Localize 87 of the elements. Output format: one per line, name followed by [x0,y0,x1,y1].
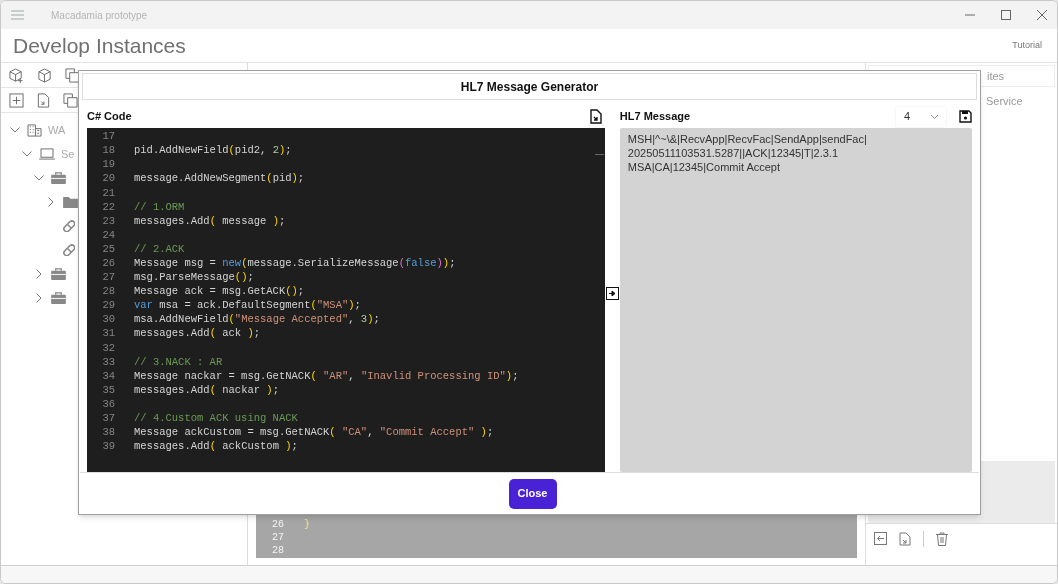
code-line: messages.Add( message ); [134,213,286,229]
line-number: 34 [101,368,115,384]
code-line: pid.AddNewField(pid2, 2); [134,143,292,159]
briefcase-icon [51,268,66,280]
line-number: 33 [101,354,115,370]
briefcase-icon [51,292,66,304]
line-number: 36 [101,396,115,412]
panel-title: HL7 Message [619,109,691,125]
line-number: 27 [271,531,284,545]
code-line: msa.AddNewField("Message Accepted", 3); [134,312,380,328]
code-line: Message ackCustom = msg.GetNACK( "CA", "Commit Accept" ); [134,425,494,441]
trash-icon[interactable] [936,531,948,546]
line-number: 25 [101,241,115,257]
page-title: Develop Instances [13,32,186,59]
code-line: Message msg = new(message.SerializeMessage(false)); [134,256,456,271]
panel-tab[interactable]: ites [987,67,1005,85]
line-number: 28 [101,284,115,300]
line-number: 27 [101,270,115,286]
line-number: 17 [101,129,115,145]
message-line: MSH|^~\&|RecvApp|RecvFac|SendApp|sendFac| [627,132,868,146]
cube-plus-icon[interactable] [9,67,24,83]
line-number: 32 [101,340,115,356]
arrow-right-icon[interactable] [605,287,619,300]
file-icon[interactable] [899,531,911,546]
message-text-area[interactable]: MSH|^~\&|RecvApp|RecvFac|SendApp|sendFac| 20250511103531.5287||ACK|12345|T|2.3.1 MSA|CA|12345|Commit Accept [619,128,972,472]
save-icon[interactable] [959,110,972,123]
panel-title: C# Code [87,109,132,125]
message-line: MSA|CA|12345|Commit Accept [627,160,782,174]
list-item[interactable]: Service [986,93,1057,110]
line-number: 22 [101,199,115,215]
export-file-icon[interactable] [589,109,602,124]
file-icon[interactable] [37,92,50,108]
maximize-icon[interactable] [1001,10,1011,20]
code-line: // 4.Custom ACK using NACK [134,411,298,427]
window-title: Macadamia prototype [51,8,148,23]
chevron-right-icon[interactable] [36,293,42,303]
import-icon[interactable] [874,532,887,545]
line-number: 29 [101,298,115,314]
line-number: 21 [101,185,115,201]
code-line: Message nackar = msg.GetNACK( "AR", "Inavlid Processing ID"); [134,368,519,384]
chevron-down-icon[interactable] [22,151,32,157]
line-number: 35 [101,382,115,398]
code-line: message.AddNewSegment(pid); [134,171,305,187]
code-line: // 1.ORM [134,199,185,215]
line-number: 39 [101,439,115,455]
message-line: 20250511103531.5287||ACK|12345|T|2.3.1 [627,146,840,160]
chevron-right-icon[interactable] [48,197,54,207]
code-line: messages.Add( nackar ); [134,382,279,398]
code-line: messages.Add( ackCustom ); [134,439,298,455]
briefcase-icon [51,172,66,184]
chevron-down-icon[interactable] [34,175,44,181]
close-button[interactable]: Close [508,478,557,509]
code-line: msg.ParseMessage(); [134,270,254,286]
code-line: } [304,518,310,532]
capsule-icon [63,220,75,232]
dialog-title: HL7 Message Generator [460,78,599,96]
line-number: 23 [101,213,115,229]
line-number: 28 [271,544,284,558]
cube-icon[interactable] [37,67,52,83]
copy-icon[interactable] [63,92,78,108]
code-line: // 2.ACK [134,241,185,257]
folder-icon [63,196,78,208]
chevron-right-icon[interactable] [36,269,42,279]
line-number: 26 [101,256,115,271]
code-line: // 3.NACK : AR [134,354,223,370]
chevron-down-icon [931,114,938,119]
line-number: 24 [101,227,115,243]
close-icon[interactable] [1037,10,1047,20]
copy-icon[interactable] [65,67,80,83]
line-number: 37 [101,411,115,427]
code-line: messages.Add( ack ); [134,326,261,342]
code-line: Message ack = msg.GetACK(); [134,284,305,300]
chevron-down-icon[interactable] [10,127,20,133]
line-number: 38 [101,425,115,441]
tutorial-link[interactable]: Tutorial [1012,38,1042,53]
line-number: 30 [101,312,115,328]
line-number: 31 [101,326,115,342]
laptop-icon [39,148,55,160]
capsule-icon [63,244,75,256]
line-number: 20 [101,171,115,187]
count-dropdown[interactable]: 4 [896,106,946,127]
code-line: var msa = ack.DefaultSegment("MSA"); [134,298,361,314]
line-number: 26 [271,518,284,532]
building-icon [27,123,42,137]
line-number: 19 [101,157,115,173]
plus-square-icon[interactable] [9,92,24,108]
line-number: 18 [101,143,115,159]
